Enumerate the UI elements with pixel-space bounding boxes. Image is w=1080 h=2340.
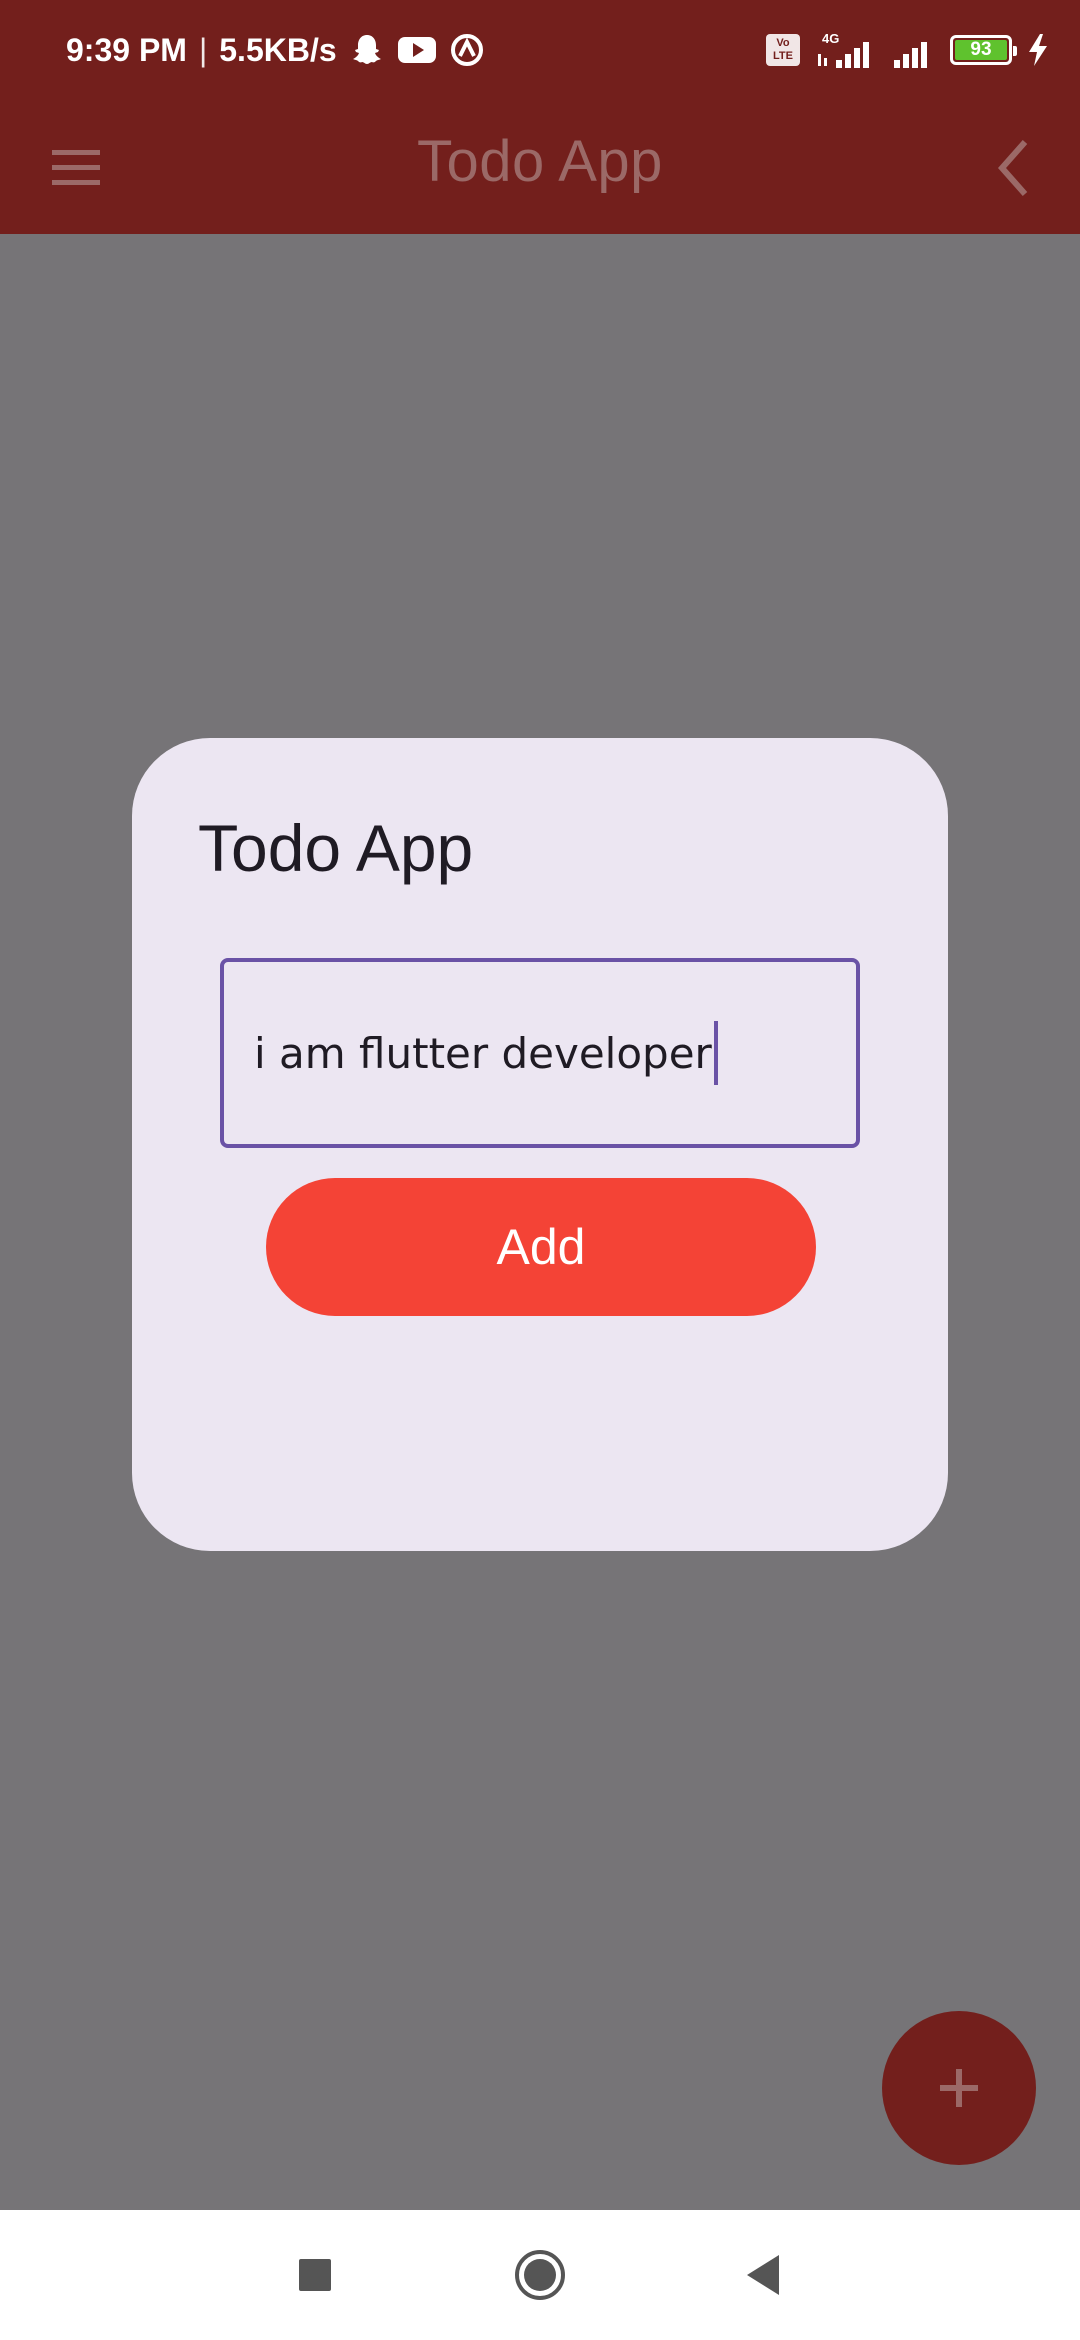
back-button[interactable]: [980, 128, 1050, 208]
vpn-icon: [450, 34, 483, 66]
youtube-icon: [397, 37, 436, 63]
status-bar: 9:39 PM | 5.5KB/s Vo LTE 4G 93: [0, 0, 1080, 100]
plus-icon: [940, 2069, 978, 2107]
network-type-label: 4G: [822, 31, 839, 46]
todo-input[interactable]: i am flutter developer: [220, 958, 860, 1148]
todo-input-value: i am flutter developer: [254, 1028, 712, 1078]
recents-icon: [299, 2259, 331, 2291]
chevron-left-icon: [997, 140, 1028, 196]
nav-back-button[interactable]: [735, 2245, 795, 2305]
status-left: 9:39 PM | 5.5KB/s: [66, 28, 485, 72]
battery-icon: 93: [950, 35, 1017, 65]
status-time: 9:39 PM: [66, 31, 187, 68]
battery-level: 93: [955, 40, 1007, 60]
volte-icon: Vo LTE: [766, 34, 800, 66]
recents-button[interactable]: [285, 2245, 345, 2305]
status-right: Vo LTE 4G 93: [766, 28, 1050, 72]
volte-bottom-label: LTE: [773, 50, 793, 62]
volte-top-label: Vo: [776, 37, 790, 49]
back-icon: [747, 2255, 779, 2295]
signal-icon: [894, 42, 927, 68]
app-title: Todo App: [417, 129, 663, 194]
status-net-speed: 5.5KB/s: [219, 31, 337, 68]
charging-icon: [1029, 34, 1047, 66]
snapchat-icon: [352, 35, 381, 64]
text-cursor: [713, 1021, 718, 1085]
add-todo-fab[interactable]: [882, 2011, 1036, 2165]
add-button[interactable]: Add: [266, 1178, 816, 1316]
app-bar: Todo App: [0, 100, 1080, 234]
home-icon: [515, 2250, 565, 2300]
signal-4g-icon: 4G: [818, 31, 869, 68]
dialog-title: Todo App: [198, 811, 474, 885]
home-button[interactable]: [510, 2245, 570, 2305]
status-separator: |: [198, 31, 208, 68]
add-todo-dialog: Todo App i am flutter developer Add: [132, 738, 948, 1551]
system-nav-bar: [0, 2210, 1080, 2340]
